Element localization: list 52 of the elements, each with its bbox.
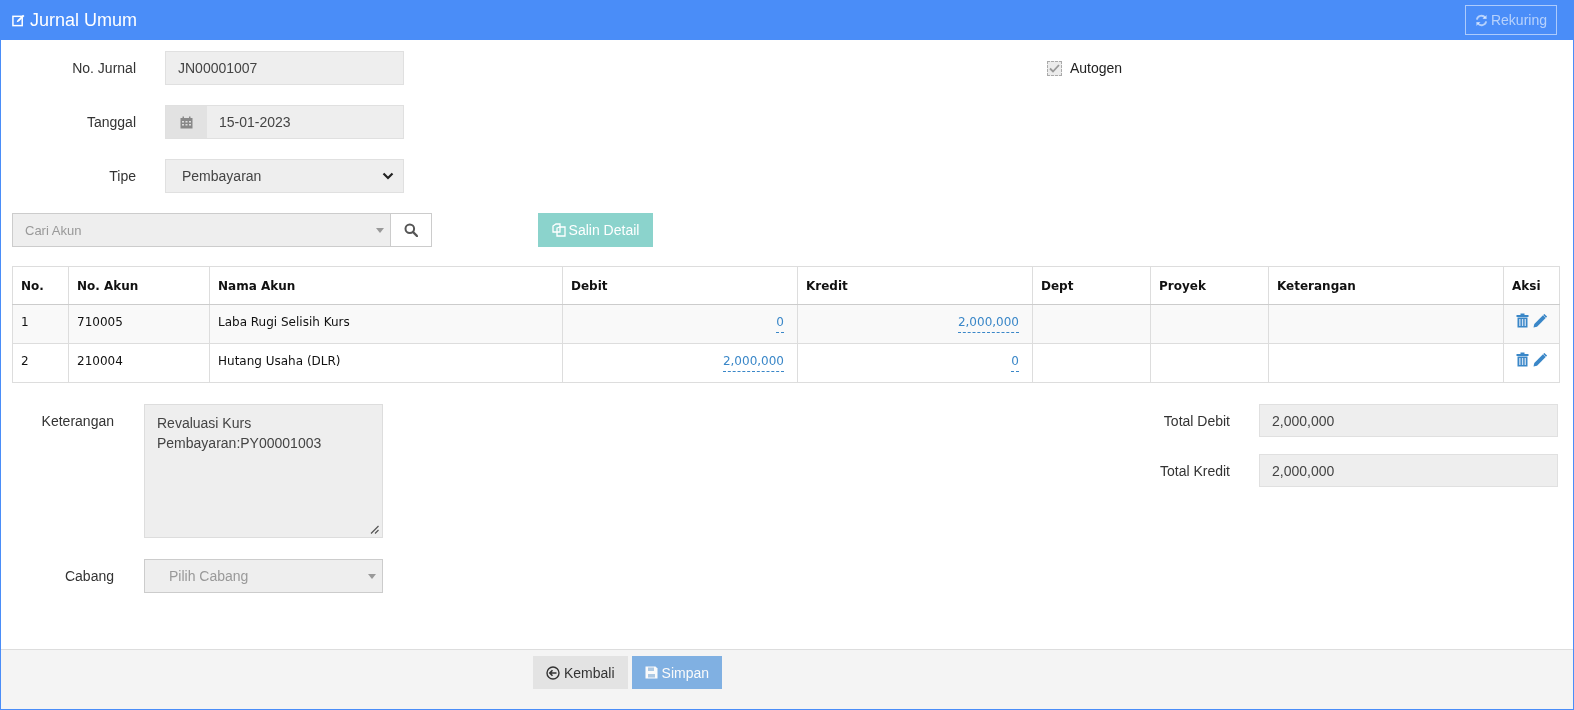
floppy-icon — [644, 666, 658, 679]
trash-icon[interactable] — [1516, 313, 1529, 328]
page-title: Jurnal Umum — [30, 9, 138, 31]
total-field: 2,000,000 — [1259, 404, 1558, 437]
table-cell: 1 — [12, 304, 69, 344]
journal-number-field[interactable]: JN00001007 — [165, 51, 404, 85]
column-header: Keterangan — [1268, 266, 1504, 305]
autogen-label: Autogen — [1070, 60, 1123, 76]
notes-label: Keterangan — [40, 412, 114, 429]
chevron-down-icon — [382, 172, 394, 180]
branch-label: Cabang — [63, 567, 114, 584]
date-field[interactable]: 15-01-2023 — [165, 105, 404, 139]
field-label: No. Jurnal — [71, 60, 136, 76]
resize-grip-icon[interactable] — [370, 525, 379, 534]
table-cell: Hutang Usaha (DLR) — [209, 343, 563, 383]
debit-amount-link[interactable]: 0 — [776, 315, 784, 333]
trash-icon[interactable] — [1516, 352, 1529, 367]
refresh-icon — [1474, 13, 1488, 27]
column-header: No. — [12, 266, 69, 305]
total-label: Total Kredit — [1158, 462, 1230, 479]
credit-amount-link[interactable]: 2,000,000 — [957, 315, 1019, 333]
caret-down-icon — [368, 573, 376, 579]
column-header: No. Akun — [68, 266, 210, 305]
pencil-icon[interactable] — [1532, 314, 1547, 328]
column-header: Proyek — [1150, 266, 1269, 305]
caret-down-icon — [376, 227, 384, 233]
copy-icon — [551, 223, 566, 237]
column-header: Debit — [562, 266, 798, 305]
table-cell: Laba Rugi Selisih Kurs — [209, 304, 563, 344]
credit-amount-link[interactable]: 0 — [1011, 354, 1019, 372]
edit-icon — [12, 13, 25, 27]
notes-field[interactable]: Revaluasi Kurs Pembayaran:PY00001003 — [144, 404, 383, 538]
type-select[interactable]: Pembayaran — [165, 159, 404, 193]
total-field: 2,000,000 — [1259, 454, 1558, 487]
search-icon — [404, 223, 418, 237]
column-header: Dept — [1032, 266, 1151, 305]
pencil-icon[interactable] — [1532, 353, 1547, 367]
back-button[interactable]: Kembali — [533, 656, 628, 689]
account-search-select[interactable]: Cari Akun — [12, 213, 391, 247]
column-header: Nama Akun — [209, 266, 563, 305]
column-header: Kredit — [797, 266, 1033, 305]
total-label: Total Debit — [1162, 412, 1230, 429]
table-cell: 2 — [12, 343, 69, 383]
table-cell: 210004 — [68, 343, 210, 383]
search-button[interactable] — [391, 213, 432, 247]
column-header: Aksi — [1503, 266, 1560, 305]
debit-amount-link[interactable]: 2,000,000 — [722, 354, 784, 372]
branch-select[interactable]: Pilih Cabang — [144, 559, 383, 593]
table-cell: 710005 — [68, 304, 210, 344]
field-label: Tipe — [108, 168, 136, 184]
calendar-icon — [180, 115, 193, 129]
field-label: Tanggal — [85, 114, 136, 130]
